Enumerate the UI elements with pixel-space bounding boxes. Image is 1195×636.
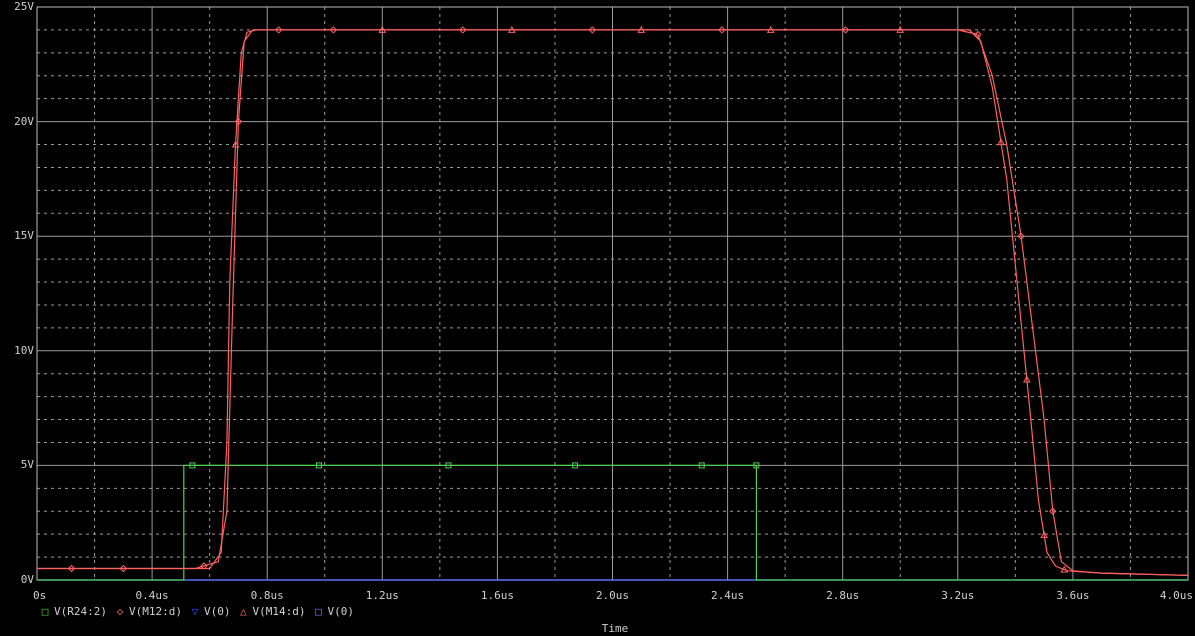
legend-item: □ V(R24:2) (40, 605, 107, 618)
waveform-plot (36, 6, 1189, 581)
y-tick-label: 20V (14, 114, 34, 128)
x-tick-label: 0.8us (250, 589, 284, 602)
legend-label: V(M12:d) (128, 605, 182, 618)
x-tick-label: 1.6us (480, 589, 514, 602)
x-tick-label: 0s (33, 589, 47, 602)
legend-item: ◇ V(M12:d) (115, 605, 182, 618)
square-marker-icon: □ (41, 605, 49, 618)
x-tick-label: 2.4us (711, 589, 745, 602)
legend-item: □ V(0) (313, 605, 354, 618)
triangle-down-marker-icon: ▽ (191, 605, 199, 618)
legend-item: △ V(M14:d) (238, 605, 305, 618)
grid (36, 6, 1189, 581)
y-tick-label: 10V (14, 343, 34, 357)
y-tick-label: 0V (20, 573, 34, 586)
x-axis-label: Time (601, 622, 629, 635)
legend: □ V(R24:2) ◇ V(M12:d) ▽ V(0) △ V(M14:d) □ V(0) (40, 605, 362, 618)
diamond-marker-icon: ◇ (116, 605, 124, 618)
legend-item: ▽ V(0) (190, 605, 231, 618)
legend-label: V(R24:2) (54, 605, 107, 618)
square-marker-icon: □ (315, 605, 322, 618)
y-tick-label: 25V (14, 0, 34, 13)
x-tick-label: 3.2us (941, 589, 975, 602)
legend-label: V(M14:d) (252, 605, 306, 618)
legend-label: V(0) (203, 605, 231, 618)
x-tick-label: 2.8us (826, 589, 860, 602)
triangle-marker-icon: △ (240, 605, 247, 618)
y-tick-label: 5V (20, 458, 34, 472)
legend-label: V(0) (327, 605, 354, 618)
x-tick-label: 1.2us (365, 589, 399, 602)
x-tick-label: 0.4us (135, 589, 169, 602)
x-tick-label: 2.0us (595, 589, 630, 602)
x-tick-label: 4.0us (1159, 589, 1193, 602)
y-tick-label: 15V (14, 229, 34, 243)
x-tick-label: 3.6us (1056, 589, 1090, 602)
